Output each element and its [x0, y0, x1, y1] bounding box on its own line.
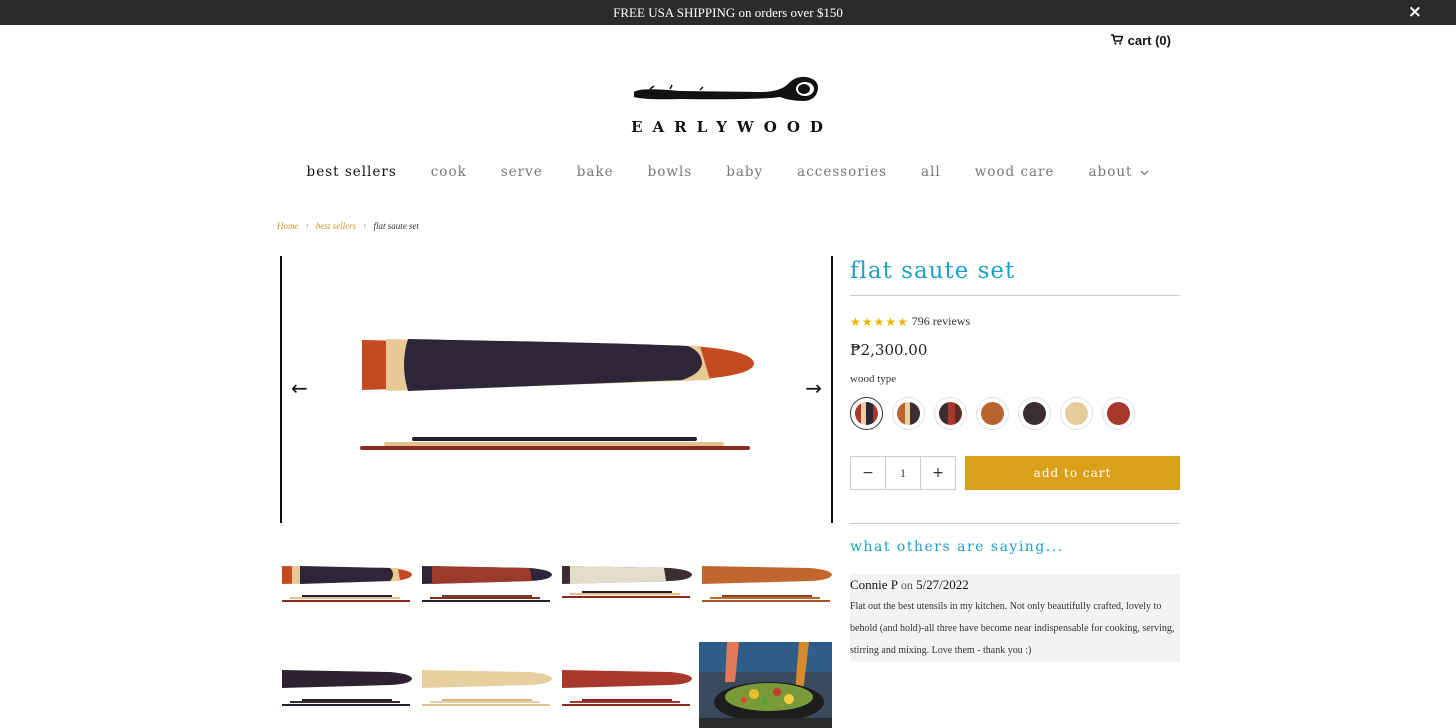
- breadcrumb-home[interactable]: Home: [277, 221, 299, 231]
- nav-item-wood-care[interactable]: wood care: [975, 164, 1055, 180]
- review-date: 5/27/2022: [916, 577, 969, 592]
- main-product-image: [360, 339, 754, 450]
- swatch-color: [1023, 402, 1046, 425]
- swatch-padauk[interactable]: [1102, 397, 1135, 430]
- breadcrumb-current: flat saute set: [373, 220, 419, 231]
- thumbnail-4[interactable]: [700, 560, 832, 646]
- thumbnail-image: [282, 670, 412, 706]
- quantity-stepper: − +: [850, 456, 956, 490]
- thumbnail-image: [422, 566, 552, 602]
- nav-label: all: [921, 164, 941, 180]
- nav-label: wood care: [974, 164, 1055, 180]
- breadcrumb-section[interactable]: best sellers: [316, 221, 356, 231]
- nav-item-bowls[interactable]: bowls: [648, 164, 693, 180]
- arrow-right-icon[interactable]: →: [805, 376, 822, 400]
- swatch-walnut-cherry[interactable]: [892, 397, 925, 430]
- nav-item-about[interactable]: about: [1089, 164, 1150, 180]
- swatch-maple[interactable]: [1060, 397, 1093, 430]
- divider: [850, 523, 1180, 524]
- site-logo[interactable]: EARLYWOOD: [620, 70, 836, 140]
- nav-label: accessories: [797, 164, 888, 180]
- nav-item-all[interactable]: all: [921, 164, 941, 180]
- review-card: Connie P on 5/27/2022 Flat out the best …: [850, 574, 1180, 662]
- main-nav: best sellers cook serve bake bowls baby …: [0, 164, 1456, 180]
- nav-item-bake[interactable]: bake: [577, 164, 614, 180]
- quantity-input[interactable]: [885, 457, 921, 489]
- thumbnail-1[interactable]: [280, 560, 412, 646]
- cart-icon: [1110, 33, 1124, 48]
- logo-text: EARLYWOOD: [631, 118, 833, 136]
- nav-item-baby[interactable]: baby: [726, 164, 763, 180]
- thumbnail-6[interactable]: [420, 662, 552, 728]
- swatch-image: [897, 402, 920, 425]
- product-image-gallery: ← →: [280, 256, 833, 523]
- close-icon[interactable]: ×: [1408, 2, 1422, 22]
- add-to-cart-button[interactable]: add to cart: [965, 456, 1180, 490]
- chevron-down-icon: [1140, 164, 1149, 180]
- wood-type-swatches: [850, 397, 1135, 430]
- review-on-label: on: [900, 578, 913, 592]
- thumbnail-image: [702, 566, 832, 602]
- swatch-color: [1107, 402, 1130, 425]
- plus-icon[interactable]: +: [921, 457, 955, 489]
- testimonials-title: what others are saying...: [850, 539, 1064, 555]
- wood-type-label: wood type: [850, 373, 897, 385]
- swatch-image: [939, 402, 962, 425]
- nav-item-best-sellers[interactable]: best sellers: [307, 164, 397, 180]
- arrow-left-icon[interactable]: ←: [291, 376, 308, 400]
- thumbnail-image: [562, 670, 692, 706]
- thumbnail-5[interactable]: [280, 662, 412, 728]
- review-text: Flat out the best utensils in my kitchen…: [850, 601, 1175, 656]
- thumbnail-image: [422, 670, 552, 706]
- nav-item-serve[interactable]: serve: [501, 164, 543, 180]
- thumbnail-image: [282, 566, 412, 602]
- nav-label: about: [1088, 164, 1133, 180]
- nav-label: best sellers: [306, 164, 397, 180]
- nav-label: baby: [726, 164, 764, 180]
- nav-item-accessories[interactable]: accessories: [797, 164, 887, 180]
- nav-label: cook: [430, 164, 467, 180]
- reviews-link[interactable]: 796 reviews: [912, 314, 970, 329]
- thumbnail-8[interactable]: [699, 642, 832, 728]
- star-rating-icon: ★★★★★: [850, 314, 909, 329]
- chevron-right-icon: ›: [305, 220, 309, 231]
- promo-text: FREE USA SHIPPING on orders over $150: [613, 4, 843, 20]
- nav-item-cook[interactable]: cook: [431, 164, 467, 180]
- swatch-color: [981, 402, 1004, 425]
- divider: [850, 295, 1180, 296]
- product-price: ₱2,300.00: [850, 341, 928, 359]
- swatch-color: [1065, 402, 1088, 425]
- cart-label: cart (0): [1127, 33, 1171, 48]
- thumbnail-2[interactable]: [420, 560, 552, 646]
- nav-label: serve: [500, 164, 543, 180]
- spoon-logo-icon: [634, 76, 818, 101]
- thumbnail-7[interactable]: [560, 662, 692, 728]
- chevron-right-icon: ›: [363, 220, 367, 231]
- review-header: Connie P on 5/27/2022: [850, 577, 969, 593]
- cooking-photo-thumbnail: [699, 642, 832, 728]
- swatch-cherry[interactable]: [976, 397, 1009, 430]
- swatch-blended[interactable]: [850, 397, 883, 430]
- nav-label: bowls: [647, 164, 693, 180]
- nav-label: bake: [576, 164, 614, 180]
- promo-bar: FREE USA SHIPPING on orders over $150 ×: [0, 0, 1456, 25]
- breadcrumb: Home › best sellers › flat saute set: [277, 220, 419, 231]
- cart-link[interactable]: cart (0): [1110, 33, 1171, 48]
- product-rating: ★★★★★ 796 reviews: [850, 314, 970, 329]
- review-author: Connie P: [850, 577, 898, 592]
- swatch-walnut-padauk[interactable]: [934, 397, 967, 430]
- product-title: flat saute set: [850, 258, 1016, 284]
- minus-icon[interactable]: −: [851, 457, 885, 489]
- swatch-image: [855, 402, 878, 425]
- thumbnail-image: [562, 566, 692, 598]
- thumbnail-3[interactable]: [560, 560, 692, 646]
- swatch-walnut[interactable]: [1018, 397, 1051, 430]
